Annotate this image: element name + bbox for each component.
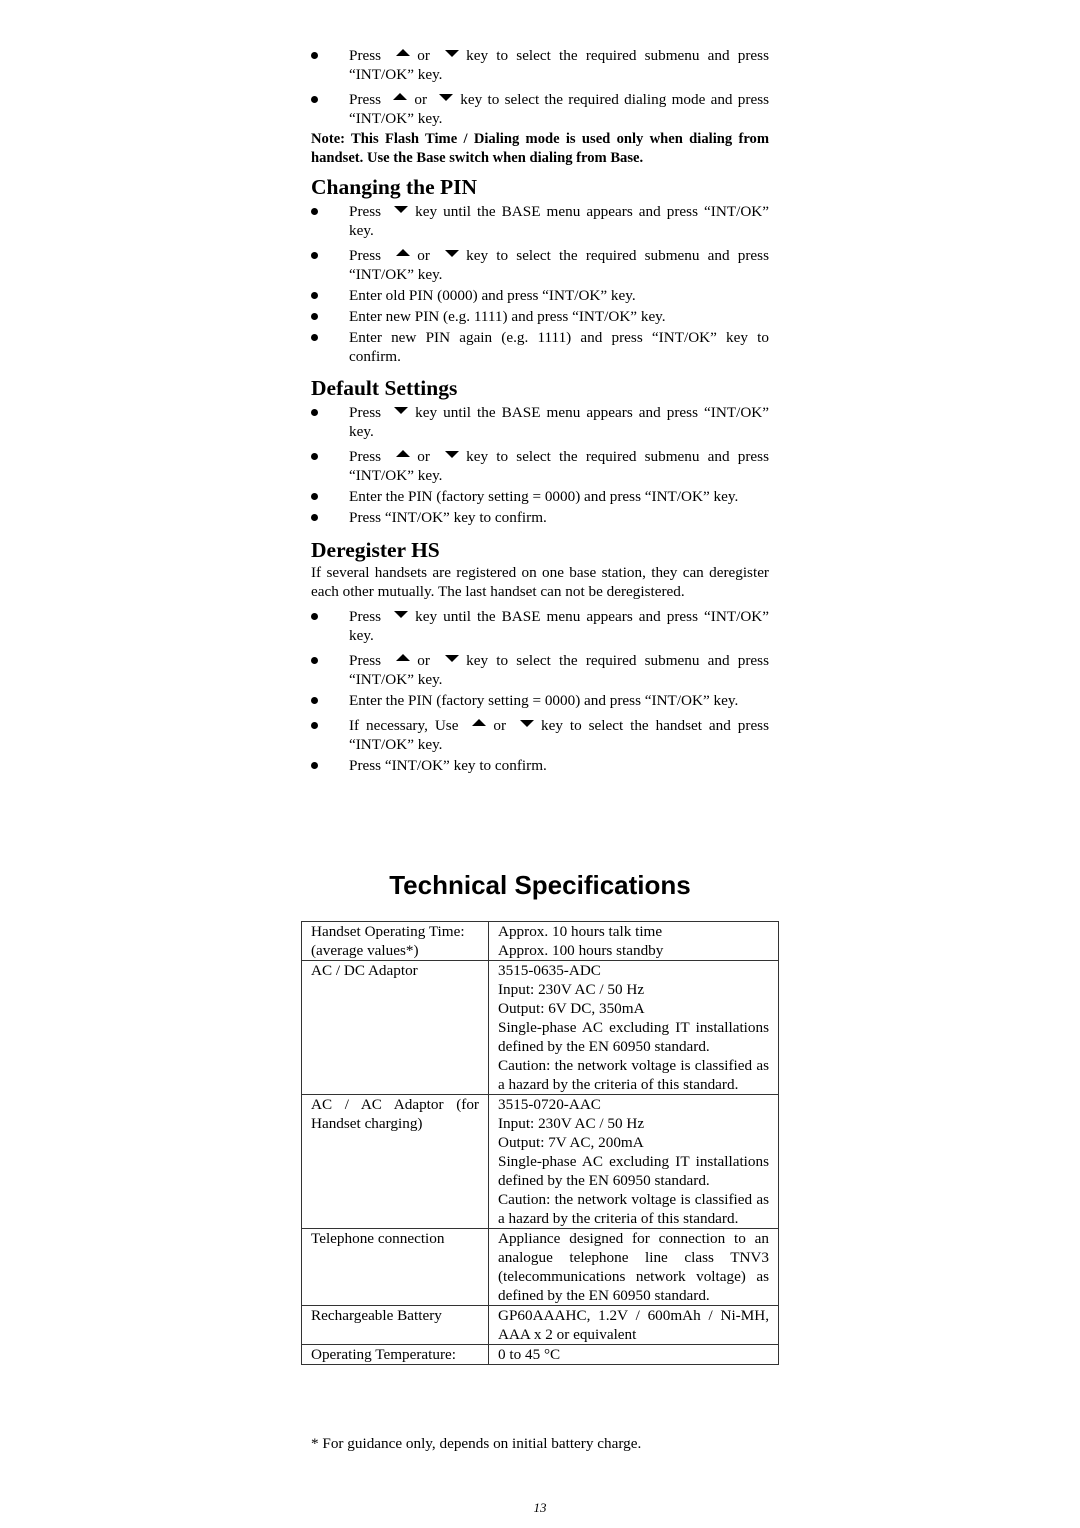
list-item: Enter new PIN again (e.g. 1111) and pres… (311, 328, 769, 366)
table-row: AC / DC Adaptor 3515-0635-ADC Input: 230V… (301, 960, 779, 1095)
list-item: Press or key to select the required subm… (311, 246, 769, 284)
table-row: AC / AC Adaptor (for Handset charging) 3… (301, 1094, 779, 1229)
table-row: Handset Operating Time: (average values*)… (301, 921, 779, 961)
list-item: Press key until the BASE menu appears an… (311, 403, 769, 441)
section-heading: Deregister HS (311, 538, 440, 562)
table-row: Telephone connection Appliance designed … (301, 1228, 779, 1306)
spec-key: Rechargeable Battery (301, 1305, 489, 1345)
table-row: Operating Temperature: 0 to 45 °C (301, 1344, 779, 1365)
list-item: Press key until the BASE menu appears an… (311, 607, 769, 645)
section-default-settings: Default Settings Press key until the BAS… (311, 375, 769, 527)
list-item: Enter new PIN (e.g. 1111) and press “INT… (311, 307, 769, 326)
bullet-icon (311, 514, 318, 521)
bullet-icon (311, 52, 318, 59)
section-heading: Changing the PIN (311, 175, 478, 199)
up-arrow-key-icon (471, 718, 487, 728)
bullet-icon (311, 697, 318, 704)
down-arrow-key-icon (444, 48, 460, 58)
down-arrow-key-icon (444, 653, 460, 663)
table-row: Rechargeable Battery GP60AAAHC, 1.2V / 6… (301, 1305, 779, 1345)
spec-title: Technical Specifications (389, 870, 691, 900)
bullet-icon (311, 409, 318, 416)
spec-key: Operating Temperature: (301, 1344, 489, 1365)
bullet-icon (311, 762, 318, 769)
down-arrow-key-icon (519, 718, 535, 728)
dialing-note: Note: This Flash Time / Dialing mode is … (311, 131, 769, 166)
bullet-icon (311, 657, 318, 664)
list-item: If necessary, Use or key to select the h… (311, 716, 769, 754)
bullet-icon (311, 613, 318, 620)
down-arrow-key-icon (393, 609, 409, 619)
down-arrow-key-icon (393, 405, 409, 415)
spec-value: Appliance designed for connection to an … (488, 1228, 779, 1306)
down-arrow-key-icon (444, 248, 460, 258)
bullet-icon (311, 252, 318, 259)
bullet-icon (311, 493, 318, 500)
spec-key: AC / DC Adaptor (301, 960, 489, 1095)
bullet-icon (311, 722, 318, 729)
spec-table: Handset Operating Time: (average values*)… (301, 921, 779, 1365)
bullet-icon (311, 453, 318, 460)
page-number: 13 (533, 1500, 547, 1515)
spec-key: AC / AC Adaptor (for Handset charging) (301, 1094, 489, 1229)
top-instruction-list: Press or key to select the required subm… (311, 46, 769, 168)
list-item: Press or key to select the required subm… (311, 651, 769, 689)
down-arrow-key-icon (438, 92, 454, 102)
spec-footnote: * For guidance only, depends on initial … (311, 1435, 642, 1452)
section-intro: If several handsets are registered on on… (311, 564, 769, 600)
list-item: Press key until the BASE menu appears an… (311, 202, 769, 240)
down-arrow-key-icon (444, 449, 460, 459)
up-arrow-key-icon (395, 48, 411, 58)
list-item: Press or key to select the required subm… (311, 447, 769, 485)
bullet-icon (311, 313, 318, 320)
down-arrow-key-icon (393, 204, 409, 214)
list-item: Press “INT/OK” key to confirm. (311, 508, 769, 527)
bullet-icon (311, 208, 318, 215)
list-item: Press or key to select the required dial… (311, 90, 769, 128)
spec-value: 0 to 45 °C (488, 1344, 779, 1365)
list-item: Press “INT/OK” key to confirm. (311, 756, 769, 775)
spec-key: Telephone connection (301, 1228, 489, 1306)
list-item: Enter old PIN (0000) and press “INT/OK” … (311, 286, 769, 305)
spec-value: Approx. 10 hours talk time Approx. 100 ho… (488, 921, 779, 961)
list-item: Enter the PIN (factory setting = 0000) a… (311, 691, 769, 710)
spec-key: Handset Operating Time: (average values*) (301, 921, 489, 961)
list-item: Press or key to select the required subm… (311, 46, 769, 84)
bullet-icon (311, 96, 318, 103)
section-changing-pin: Changing the PIN Press key until the BAS… (311, 174, 769, 366)
up-arrow-key-icon (392, 92, 408, 102)
bullet-icon (311, 292, 318, 299)
up-arrow-key-icon (395, 653, 411, 663)
list-item: Enter the PIN (factory setting = 0000) a… (311, 487, 769, 506)
section-heading: Default Settings (311, 376, 458, 400)
bullet-icon (311, 334, 318, 341)
up-arrow-key-icon (395, 248, 411, 258)
spec-value: 3515-0720-AAC Input: 230V AC / 50 Hz Outpu… (488, 1094, 779, 1229)
up-arrow-key-icon (395, 449, 411, 459)
section-deregister-hs: Deregister HS If several handsets are re… (311, 537, 769, 775)
spec-value: GP60AAAHC, 1.2V / 600mAh / Ni-MH, AAA x … (488, 1305, 779, 1345)
spec-value: 3515-0635-ADC Input: 230V AC / 50 Hz Outpu… (488, 960, 779, 1095)
